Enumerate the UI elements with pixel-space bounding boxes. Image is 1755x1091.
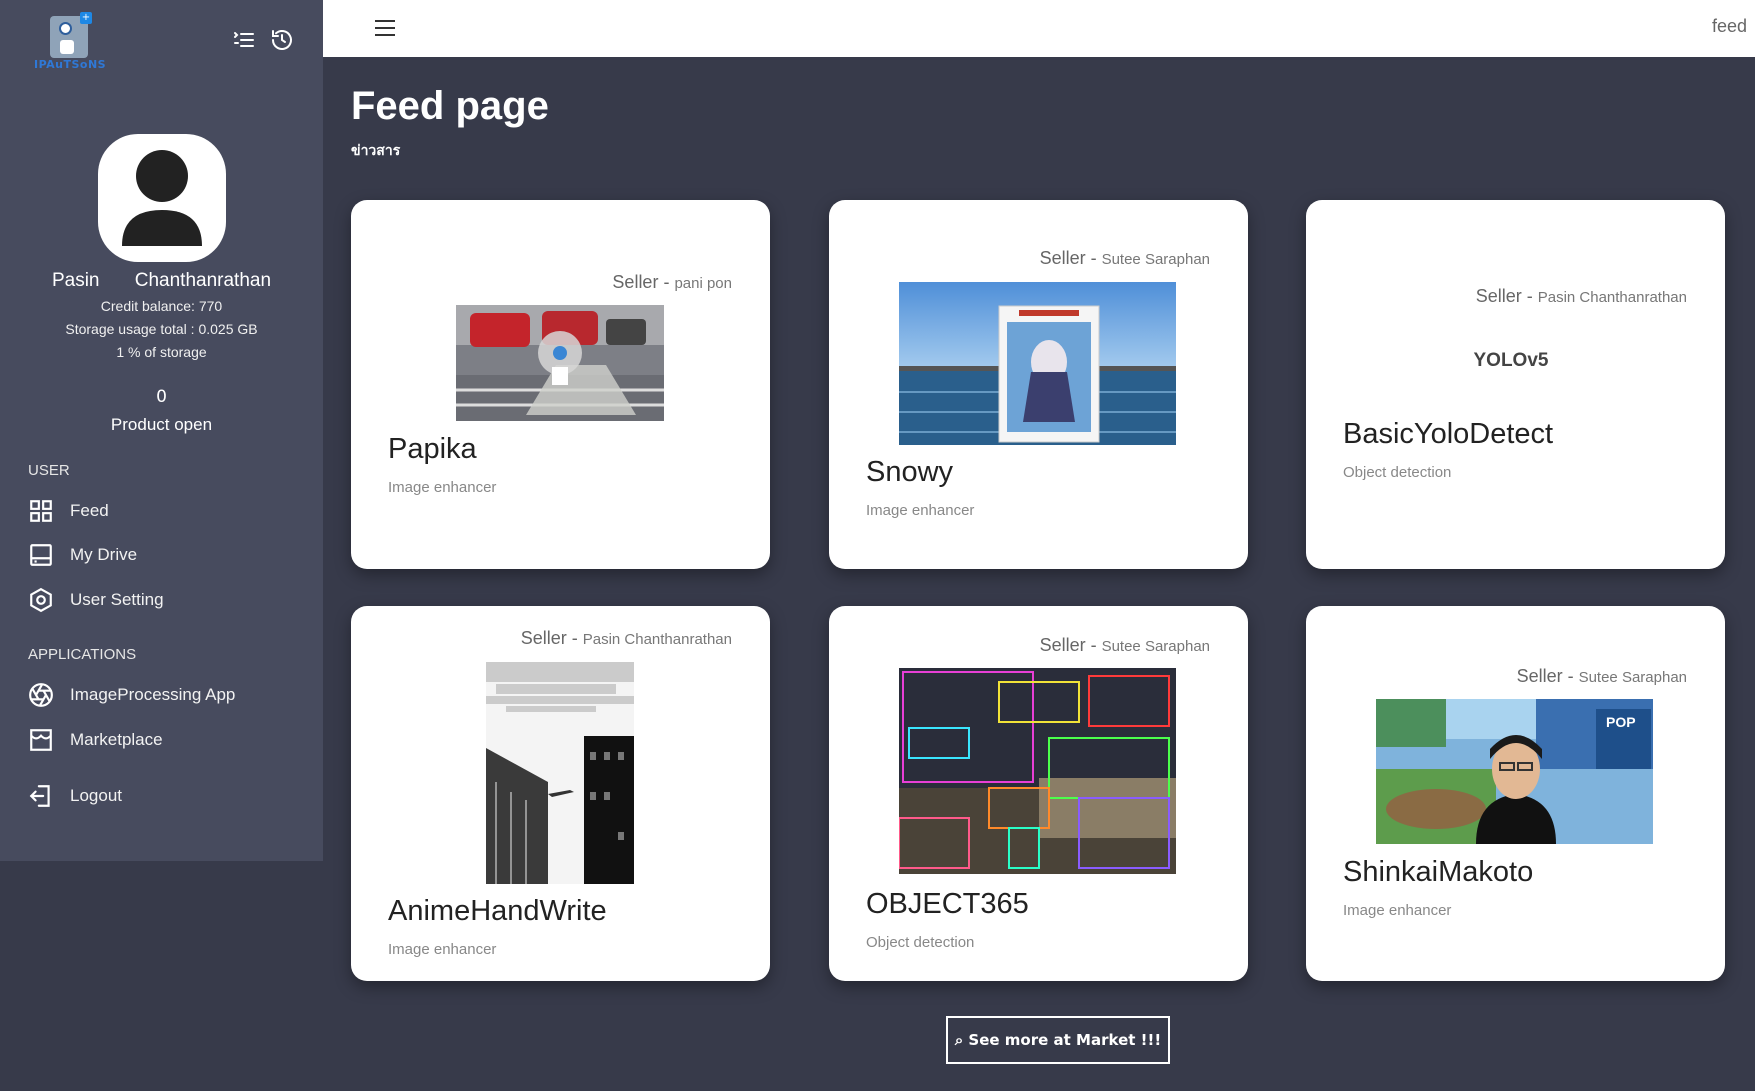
logo-icon: + <box>50 12 92 58</box>
seller-name: Pasin Chanthanrathan <box>582 631 732 648</box>
history-icon[interactable] <box>270 28 294 52</box>
seller-label: Seller - Sutee Saraphan <box>1517 666 1687 687</box>
user-avatar-icon <box>122 150 202 246</box>
sidebar-top-icons <box>232 28 294 52</box>
product-category: Image enhancer <box>388 941 497 958</box>
seller-prefix: Seller - <box>612 272 675 292</box>
sidebar-item-imageprocessing[interactable]: ImageProcessing App <box>28 680 235 710</box>
seller-name: Sutee Saraphan <box>1101 251 1210 268</box>
product-label: Product open <box>110 415 213 434</box>
seller-label: Seller - pani pon <box>612 272 732 293</box>
store-icon <box>30 729 52 751</box>
aperture-icon <box>29 683 53 707</box>
pop-label: POP <box>1606 714 1636 730</box>
topbar-page-label: feed <box>1711 16 1747 36</box>
sidebar-item-label: Feed <box>70 501 109 520</box>
sidebar-item-label: User Setting <box>70 590 164 609</box>
credit-balance: Credit balance: 770 <box>100 298 223 314</box>
product-thumbnail <box>456 305 664 421</box>
seller-name: pani pon <box>674 275 732 292</box>
seller-prefix: Seller - <box>1475 286 1538 306</box>
sidebar-item-label: Logout <box>70 786 122 805</box>
seller-label: Seller - Sutee Saraphan <box>1040 635 1210 656</box>
product-card-papika[interactable]: Seller - pani pon Papika Image enhancer <box>351 200 770 569</box>
sidebar-item-marketplace[interactable]: Marketplace <box>28 725 163 755</box>
seller-prefix: Seller - <box>520 628 583 648</box>
avatar[interactable] <box>98 134 226 262</box>
seller-label: Seller - Pasin Chanthanrathan <box>521 628 732 649</box>
product-thumbnail <box>486 662 634 884</box>
product-thumbnail <box>899 282 1176 445</box>
page-subtitle: ข่าวสาร <box>351 143 401 159</box>
seller-name: Pasin Chanthanrathan <box>1537 289 1687 306</box>
logout-icon <box>29 785 50 807</box>
yolo-logo: YOLOv5 <box>1473 350 1549 371</box>
logo-text: IPAuTSoNS <box>34 58 107 71</box>
sidebar-item-feed[interactable]: Feed <box>28 496 109 526</box>
settings-hexagon-icon <box>30 587 52 613</box>
product-card-object365[interactable]: Seller - Sutee Saraphan OBJECT365 Object… <box>829 606 1248 981</box>
sidebar-item-label: ImageProcessing App <box>70 685 236 704</box>
product-count: 0 <box>156 387 167 407</box>
top-bar: feed <box>323 0 1755 57</box>
product-thumbnail <box>899 668 1176 874</box>
product-category: Object detection <box>1343 464 1452 481</box>
app-logo[interactable]: + IPAuTSoNS <box>34 12 107 74</box>
user-name: Pasin Chanthanrathan <box>51 270 272 291</box>
hamburger-menu-icon[interactable] <box>373 18 397 38</box>
see-more-market-button[interactable]: ⌕ See more at Market !!! <box>946 1016 1170 1064</box>
product-card-snowy[interactable]: Seller - Sutee Saraphan Snowy Image enha… <box>829 200 1248 569</box>
sidebar-item-logout[interactable]: Logout <box>28 781 122 811</box>
product-card-animehandwrite[interactable]: Seller - Pasin Chanthanrathan AnimeHandW… <box>351 606 770 981</box>
sidebar: + IPAuTSoNS Pasin Chanthanrathan Credit … <box>0 0 323 861</box>
storage-usage: Storage usage total : 0.025 GB <box>65 321 258 337</box>
product-card-shinkaimakoto[interactable]: Seller - Sutee Saraphan POP ShinkaiMakot… <box>1306 606 1725 981</box>
product-category: Image enhancer <box>388 479 497 496</box>
product-title: BasicYoloDetect <box>1343 418 1554 450</box>
product-thumbnail: POP <box>1376 699 1653 844</box>
storage-percent: 1 % of storage <box>116 344 207 360</box>
product-category: Image enhancer <box>866 502 975 519</box>
seller-name: Sutee Saraphan <box>1578 669 1687 686</box>
product-title: OBJECT365 <box>866 888 1029 920</box>
seller-label: Seller - Pasin Chanthanrathan <box>1476 286 1687 307</box>
drive-icon <box>30 544 52 566</box>
grid-icon <box>30 500 52 522</box>
product-title: Papika <box>388 433 477 465</box>
section-user: USER <box>28 462 70 479</box>
sidebar-item-my-drive[interactable]: My Drive <box>28 540 137 570</box>
product-title: ShinkaiMakoto <box>1343 856 1534 888</box>
page-title: Feed page <box>351 84 549 128</box>
seller-name: Sutee Saraphan <box>1101 638 1210 655</box>
seller-prefix: Seller - <box>1516 666 1579 686</box>
list-collapse-icon[interactable] <box>232 28 256 52</box>
seller-label: Seller - Sutee Saraphan <box>1040 248 1210 269</box>
product-title: AnimeHandWrite <box>388 895 607 927</box>
seller-prefix: Seller - <box>1039 635 1102 655</box>
seller-prefix: Seller - <box>1039 248 1102 268</box>
sidebar-item-label: Marketplace <box>70 730 163 749</box>
product-category: Image enhancer <box>1343 902 1452 919</box>
section-applications: APPLICATIONS <box>28 646 137 663</box>
sidebar-item-label: My Drive <box>70 545 138 564</box>
sidebar-item-user-setting[interactable]: User Setting <box>28 585 164 615</box>
product-category: Object detection <box>866 934 975 951</box>
product-card-basicyolodetect[interactable]: Seller - Pasin Chanthanrathan YOLOv5 Bas… <box>1306 200 1725 569</box>
product-title: Snowy <box>866 456 954 488</box>
